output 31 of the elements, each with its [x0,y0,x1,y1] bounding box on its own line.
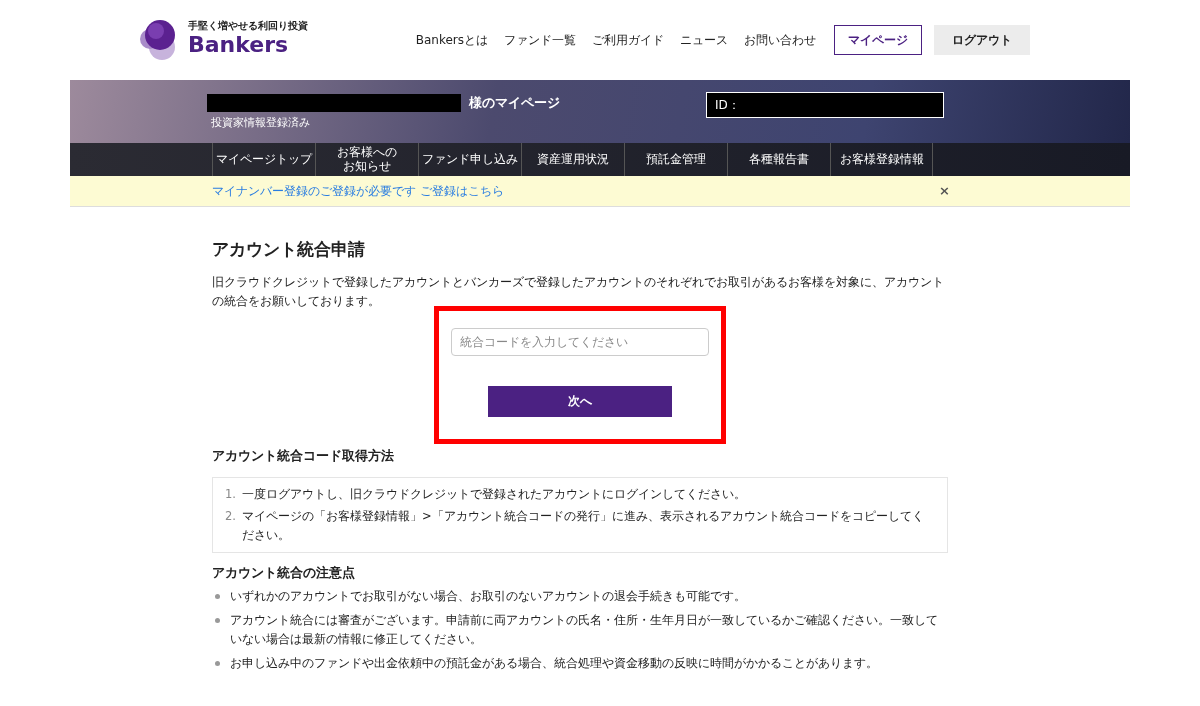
code-input-field[interactable]: 統合コードを入力してください [451,327,709,356]
nav-link[interactable]: ニュース [674,23,734,57]
logout-button[interactable]: ログアウト [934,25,1030,55]
bullet-icon [215,617,220,623]
investor-status: 投資家情報登録済み [211,114,311,131]
nav-link[interactable]: お問い合わせ [738,23,822,57]
section-heading: アカウント統合の注意点 [212,564,356,582]
note-text: アカウント統合には審査がございます。申請前に両アカウントの氏名・住所・生年月日が一致しているかご確認ください。一致していない場合は最新の情報に修正してください。 [230,611,939,648]
mypage-button[interactable]: マイページ [834,25,922,55]
id-label: ID： [715,97,740,114]
step-text: マイページの「お客様登録情報」>「アカウント統合コードの発行」に進み、表示されるアカウント統合コードをコピーしてください。 [242,508,925,544]
note-text: お申し込み中のファンドや出金依頼中の預託金がある場合、統合処理や資金移動の反映に時間がかかることがあります。 [230,654,878,672]
nav-link[interactable]: Bankersとは [409,23,494,57]
bullet-icon [215,660,220,666]
page-title: アカウント統合申請 [212,238,366,261]
intro-paragraph: 旧クラウドクレジットで登録したアカウントとバンカーズで登録したアカウントのそれぞれでお取引があるお客様を対象に、アカウントの統合をお願いしております。 [212,273,945,310]
nav-link[interactable]: ファンド一覧 [498,23,582,57]
register-link[interactable]: ご登録はこちら [420,182,504,200]
logo-wordmark: Bankers [188,31,290,59]
next-button[interactable]: 次へ [488,385,672,417]
close-button[interactable]: × [939,181,950,201]
step-number: 1. [225,486,237,503]
logo-tagline: 手堅く増やせる利回り投資 [188,21,308,32]
page-owner-title: 様のマイページ [469,94,560,112]
nav-link[interactable]: ご利用ガイド [586,23,670,57]
section-heading: アカウント統合コード取得方法 [212,446,395,465]
step-number: 2. [225,508,237,525]
note-text: いずれかのアカウントでお取引がない場合、お取引のないアカウントの退会手続きも可能です。 [230,587,746,605]
bullet-icon [215,593,220,599]
alert-message: マイナンバー登録のご登録が必要です [212,183,416,200]
step-text: 一度ログアウトし、旧クラウドクレジットで登録されたアカウントにログインしてください。 [242,486,746,503]
